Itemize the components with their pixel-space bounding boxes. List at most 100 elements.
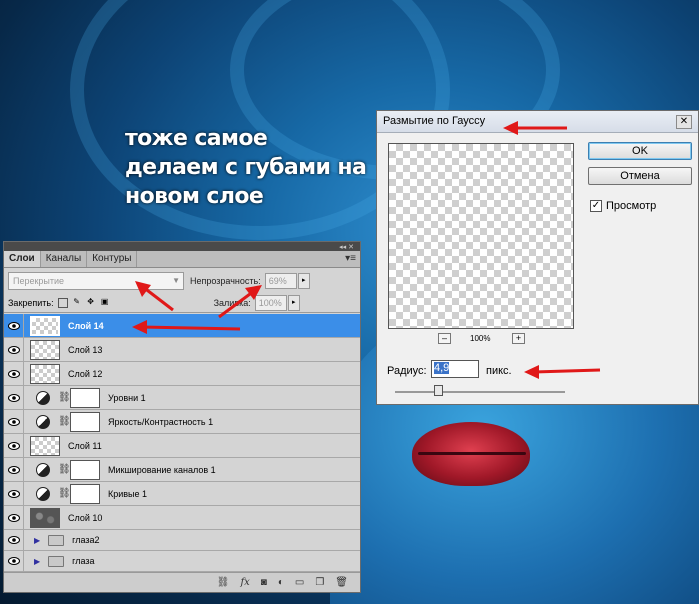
eye-icon[interactable] <box>4 550 24 572</box>
eye-icon[interactable] <box>4 337 24 362</box>
preview-checkbox[interactable]: ✓ Просмотр <box>590 200 656 212</box>
layer-row[interactable]: Слой 10 <box>4 505 360 530</box>
link-icon[interactable]: ⛓ <box>58 488 71 499</box>
adjustment-icon <box>36 390 50 405</box>
layers-panel: ◂◂ ✕ Слои Каналы Контуры ▾≡ Перекрытие ▼… <box>3 241 361 593</box>
dialog-title-bar[interactable]: Размытие по Гауссу ✕ <box>377 111 698 133</box>
add-mask-icon[interactable]: ◙ <box>261 577 267 588</box>
preview-label: Просмотр <box>606 200 657 212</box>
radius-slider-track[interactable] <box>395 391 565 393</box>
layer-name: Уровни 1 <box>108 392 146 403</box>
layer-row[interactable]: ⛓ Кривые 1 <box>4 481 360 506</box>
tab-layers[interactable]: Слои <box>4 251 41 267</box>
adjustment-icon <box>36 462 50 477</box>
trash-icon[interactable]: 🗑 <box>335 577 348 588</box>
eye-icon[interactable] <box>4 361 24 386</box>
layer-name: Слой 14 <box>68 320 104 331</box>
eye-icon[interactable] <box>4 529 24 551</box>
expand-triangle-icon[interactable]: ▶ <box>34 536 40 545</box>
layer-name: Слой 13 <box>68 344 103 355</box>
adjustment-icon <box>36 414 50 429</box>
zoom-in-button[interactable]: + <box>512 333 525 344</box>
link-icon[interactable]: ⛓ <box>58 464 71 475</box>
lips-line <box>418 452 526 455</box>
eye-icon[interactable] <box>4 505 24 530</box>
layer-row[interactable]: Слой 14 <box>4 313 360 338</box>
dialog-title: Размытие по Гауссу <box>383 115 486 127</box>
eye-icon[interactable] <box>4 313 24 338</box>
folder-icon <box>48 555 65 567</box>
group-name: глаза <box>72 556 95 566</box>
fill-field[interactable]: 100% <box>254 294 287 311</box>
fill-slider-button[interactable]: ▸ <box>287 294 300 311</box>
eye-icon[interactable] <box>4 385 24 410</box>
layer-list: Слой 14 Слой 13 Слой 12 ⛓ Уровни 1 ⛓ Ярк… <box>4 313 360 572</box>
layer-row[interactable]: ⛓ Уровни 1 <box>4 385 360 410</box>
lock-fill-row: Закрепить: ✎ ✥ ▣ Заливка: 100% ▸ <box>4 293 360 313</box>
expand-triangle-icon[interactable]: ▶ <box>34 557 40 566</box>
new-layer-icon[interactable]: ❐ <box>315 577 324 588</box>
radius-input[interactable]: 4,9 <box>431 360 479 378</box>
tab-channels[interactable]: Каналы <box>41 251 88 267</box>
opacity-label: Непрозрачность: <box>190 275 261 286</box>
ok-button[interactable]: OK <box>588 142 692 160</box>
layer-mask-thumbnail[interactable] <box>70 483 100 504</box>
layer-row[interactable]: Слой 11 <box>4 433 360 458</box>
lock-label: Закрепить: <box>8 297 54 308</box>
panel-tabs: Слои Каналы Контуры ▾≡ <box>4 251 360 268</box>
group-row[interactable]: ▶ глаза <box>4 550 360 572</box>
link-icon[interactable]: ⛓ <box>58 416 71 427</box>
layer-mask-thumbnail[interactable] <box>70 387 100 408</box>
panel-footer: ⛓ fx ◙ ◐ ▭ ❐ 🗑 <box>4 572 360 592</box>
layer-row[interactable]: Слой 13 <box>4 337 360 362</box>
blend-mode-select[interactable]: Перекрытие ▼ <box>8 271 184 290</box>
opacity-field[interactable]: 69% <box>264 272 297 289</box>
radius-unit: пикс. <box>486 365 512 377</box>
close-icon[interactable]: ✕ <box>676 115 692 129</box>
chevron-down-icon: ▼ <box>172 275 180 285</box>
opacity-slider-button[interactable]: ▸ <box>297 272 310 289</box>
gaussian-blur-dialog: Размытие по Гауссу ✕ – 100% + OK Отмена … <box>376 110 699 405</box>
layer-row[interactable]: ⛓ Яркость/Контрастность 1 <box>4 409 360 434</box>
blend-mode-value: Перекрытие <box>13 275 65 286</box>
link-layers-icon[interactable]: ⛓ <box>217 577 230 588</box>
zoom-out-button[interactable]: – <box>438 333 451 344</box>
layer-mask-thumbnail[interactable] <box>70 459 100 480</box>
tab-paths[interactable]: Контуры <box>87 251 138 267</box>
panel-menu-icon[interactable]: ▾≡ <box>345 253 356 264</box>
lock-icon[interactable]: ▣ <box>100 297 110 308</box>
layer-row[interactable]: Слой 12 <box>4 361 360 386</box>
blur-preview[interactable] <box>388 143 574 329</box>
new-group-icon[interactable]: ▭ <box>295 577 304 588</box>
lock-transparency-icon[interactable] <box>57 297 68 308</box>
eye-icon[interactable] <box>4 409 24 434</box>
group-row[interactable]: ▶ глаза2 <box>4 529 360 551</box>
eye-icon[interactable] <box>4 457 24 482</box>
layer-name: Слой 11 <box>68 440 102 451</box>
layer-thumbnail <box>30 435 60 456</box>
layer-mask-thumbnail[interactable] <box>70 411 100 432</box>
layer-style-icon[interactable]: fx <box>240 577 249 588</box>
radius-value: 4,9 <box>434 362 450 374</box>
eye-icon[interactable] <box>4 481 24 506</box>
eye-icon[interactable] <box>4 433 24 458</box>
radius-slider-handle[interactable] <box>434 385 443 396</box>
adjustment-icon <box>36 486 50 501</box>
link-icon[interactable]: ⛓ <box>58 392 71 403</box>
layer-name: Слой 12 <box>68 368 103 379</box>
adjustment-layer-icon[interactable]: ◐ <box>278 577 284 588</box>
layer-row[interactable]: ⛓ Микширование каналов 1 <box>4 457 360 482</box>
brush-icon[interactable]: ✎ <box>72 297 82 308</box>
folder-icon <box>48 534 65 546</box>
fill-label: Заливка: <box>213 297 251 308</box>
layer-name: Слой 10 <box>68 512 103 523</box>
checkmark-icon[interactable]: ✓ <box>590 200 602 212</box>
radius-label: Радиус: <box>387 365 427 377</box>
layer-thumbnail <box>30 363 60 384</box>
tutorial-caption: тоже самое делаем с губами на новом слое <box>125 124 367 211</box>
blend-opacity-row: Перекрытие ▼ Непрозрачность: 69% ▸ <box>4 268 360 293</box>
move-icon[interactable]: ✥ <box>86 297 96 308</box>
cancel-button[interactable]: Отмена <box>588 167 692 185</box>
caption-line: тоже самое <box>125 126 268 151</box>
panel-collapse-strip[interactable]: ◂◂ ✕ <box>4 242 360 251</box>
